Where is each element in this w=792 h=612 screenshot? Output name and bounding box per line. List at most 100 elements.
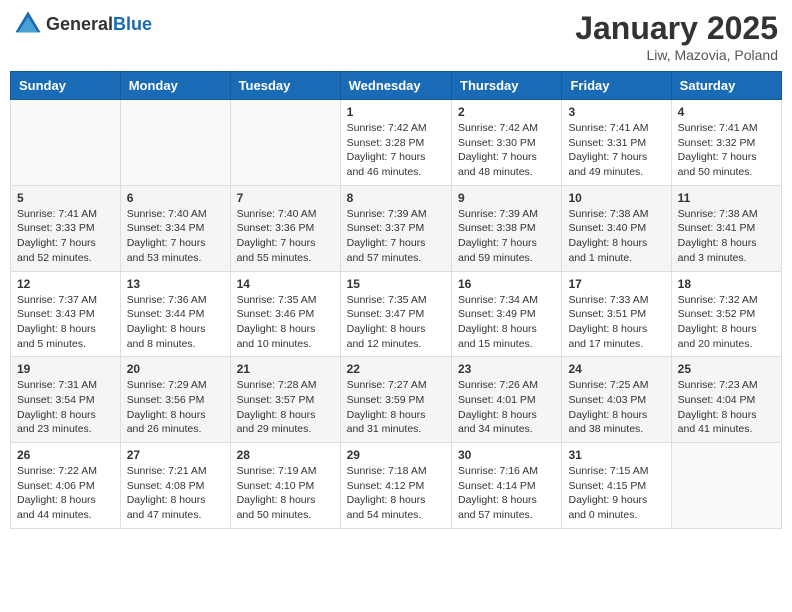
day-content: Sunrise: 7:41 AM Sunset: 3:31 PM Dayligh… (568, 121, 664, 180)
day-content: Sunrise: 7:21 AM Sunset: 4:08 PM Dayligh… (127, 464, 224, 523)
day-number: 19 (17, 362, 114, 376)
day-cell-19: 19 Sunrise: 7:31 AM Sunset: 3:54 PM Dayli… (11, 357, 121, 443)
day-content: Sunrise: 7:19 AM Sunset: 4:10 PM Dayligh… (237, 464, 334, 523)
day-content: Sunrise: 7:36 AM Sunset: 3:44 PM Dayligh… (127, 293, 224, 352)
empty-cell (120, 100, 230, 186)
page-header: GeneralBlue January 2025 Liw, Mazovia, P… (10, 10, 782, 63)
day-content: Sunrise: 7:34 AM Sunset: 3:49 PM Dayligh… (458, 293, 555, 352)
day-content: Sunrise: 7:31 AM Sunset: 3:54 PM Dayligh… (17, 378, 114, 437)
weekday-header-row: SundayMondayTuesdayWednesdayThursdayFrid… (11, 72, 782, 100)
month-title: January 2025 (575, 10, 778, 47)
day-content: Sunrise: 7:15 AM Sunset: 4:15 PM Dayligh… (568, 464, 664, 523)
day-cell-20: 20 Sunrise: 7:29 AM Sunset: 3:56 PM Dayli… (120, 357, 230, 443)
day-cell-18: 18 Sunrise: 7:32 AM Sunset: 3:52 PM Dayli… (671, 271, 781, 357)
day-content: Sunrise: 7:38 AM Sunset: 3:40 PM Dayligh… (568, 207, 664, 266)
day-cell-6: 6 Sunrise: 7:40 AM Sunset: 3:34 PM Daylig… (120, 185, 230, 271)
day-number: 17 (568, 277, 664, 291)
day-content: Sunrise: 7:29 AM Sunset: 3:56 PM Dayligh… (127, 378, 224, 437)
day-cell-13: 13 Sunrise: 7:36 AM Sunset: 3:44 PM Dayli… (120, 271, 230, 357)
day-cell-31: 31Sunrise: 7:15 AM Sunset: 4:15 PM Dayli… (562, 443, 671, 529)
weekday-monday: Monday (120, 72, 230, 100)
day-number: 30 (458, 448, 555, 462)
day-number: 5 (17, 191, 114, 205)
day-number: 18 (678, 277, 775, 291)
weekday-wednesday: Wednesday (340, 72, 451, 100)
day-content: Sunrise: 7:38 AM Sunset: 3:41 PM Dayligh… (678, 207, 775, 266)
logo-general: General (46, 14, 113, 34)
day-content: Sunrise: 7:39 AM Sunset: 3:38 PM Dayligh… (458, 207, 555, 266)
day-number: 10 (568, 191, 664, 205)
day-number: 13 (127, 277, 224, 291)
day-cell-21: 21 Sunrise: 7:28 AM Sunset: 3:57 PM Dayli… (230, 357, 340, 443)
day-number: 20 (127, 362, 224, 376)
day-number: 16 (458, 277, 555, 291)
day-content: Sunrise: 7:18 AM Sunset: 4:12 PM Dayligh… (347, 464, 445, 523)
day-number: 7 (237, 191, 334, 205)
day-content: Sunrise: 7:35 AM Sunset: 3:46 PM Dayligh… (237, 293, 334, 352)
day-number: 12 (17, 277, 114, 291)
day-content: Sunrise: 7:26 AM Sunset: 4:01 PM Dayligh… (458, 378, 555, 437)
day-cell-8: 8Sunrise: 7:39 AM Sunset: 3:37 PM Daylig… (340, 185, 451, 271)
week-row-1: 1 Sunrise: 7:42 AM Sunset: 3:28 PM Daylig… (11, 100, 782, 186)
day-number: 1 (347, 105, 445, 119)
day-number: 22 (347, 362, 445, 376)
day-content: Sunrise: 7:28 AM Sunset: 3:57 PM Dayligh… (237, 378, 334, 437)
day-number: 26 (17, 448, 114, 462)
day-cell-24: 24Sunrise: 7:25 AM Sunset: 4:03 PM Dayli… (562, 357, 671, 443)
day-number: 23 (458, 362, 555, 376)
day-number: 15 (347, 277, 445, 291)
day-cell-29: 29 Sunrise: 7:18 AM Sunset: 4:12 PM Dayli… (340, 443, 451, 529)
day-cell-26: 26Sunrise: 7:22 AM Sunset: 4:06 PM Dayli… (11, 443, 121, 529)
title-block: January 2025 Liw, Mazovia, Poland (575, 10, 778, 63)
day-number: 29 (347, 448, 445, 462)
day-content: Sunrise: 7:42 AM Sunset: 3:28 PM Dayligh… (347, 121, 445, 180)
day-number: 21 (237, 362, 334, 376)
week-row-4: 19 Sunrise: 7:31 AM Sunset: 3:54 PM Dayli… (11, 357, 782, 443)
day-cell-10: 10 Sunrise: 7:38 AM Sunset: 3:40 PM Dayli… (562, 185, 671, 271)
day-number: 25 (678, 362, 775, 376)
day-number: 8 (347, 191, 445, 205)
day-content: Sunrise: 7:32 AM Sunset: 3:52 PM Dayligh… (678, 293, 775, 352)
location: Liw, Mazovia, Poland (575, 47, 778, 63)
weekday-friday: Friday (562, 72, 671, 100)
weekday-saturday: Saturday (671, 72, 781, 100)
day-number: 3 (568, 105, 664, 119)
day-content: Sunrise: 7:42 AM Sunset: 3:30 PM Dayligh… (458, 121, 555, 180)
empty-cell (671, 443, 781, 529)
day-number: 27 (127, 448, 224, 462)
week-row-5: 26Sunrise: 7:22 AM Sunset: 4:06 PM Dayli… (11, 443, 782, 529)
day-content: Sunrise: 7:27 AM Sunset: 3:59 PM Dayligh… (347, 378, 445, 437)
day-content: Sunrise: 7:16 AM Sunset: 4:14 PM Dayligh… (458, 464, 555, 523)
day-number: 14 (237, 277, 334, 291)
day-cell-22: 22 Sunrise: 7:27 AM Sunset: 3:59 PM Dayli… (340, 357, 451, 443)
logo-icon (14, 10, 42, 38)
day-cell-7: 7 Sunrise: 7:40 AM Sunset: 3:36 PM Daylig… (230, 185, 340, 271)
empty-cell (230, 100, 340, 186)
day-cell-28: 28 Sunrise: 7:19 AM Sunset: 4:10 PM Dayli… (230, 443, 340, 529)
day-content: Sunrise: 7:23 AM Sunset: 4:04 PM Dayligh… (678, 378, 775, 437)
weekday-tuesday: Tuesday (230, 72, 340, 100)
day-number: 2 (458, 105, 555, 119)
day-content: Sunrise: 7:40 AM Sunset: 3:36 PM Dayligh… (237, 207, 334, 266)
day-content: Sunrise: 7:40 AM Sunset: 3:34 PM Dayligh… (127, 207, 224, 266)
day-content: Sunrise: 7:35 AM Sunset: 3:47 PM Dayligh… (347, 293, 445, 352)
day-cell-27: 27 Sunrise: 7:21 AM Sunset: 4:08 PM Dayli… (120, 443, 230, 529)
day-cell-17: 17 Sunrise: 7:33 AM Sunset: 3:51 PM Dayli… (562, 271, 671, 357)
day-cell-15: 15 Sunrise: 7:35 AM Sunset: 3:47 PM Dayli… (340, 271, 451, 357)
day-cell-14: 14 Sunrise: 7:35 AM Sunset: 3:46 PM Dayli… (230, 271, 340, 357)
day-number: 28 (237, 448, 334, 462)
logo: GeneralBlue (14, 10, 152, 38)
day-content: Sunrise: 7:37 AM Sunset: 3:43 PM Dayligh… (17, 293, 114, 352)
day-cell-25: 25 Sunrise: 7:23 AM Sunset: 4:04 PM Dayli… (671, 357, 781, 443)
calendar-table: SundayMondayTuesdayWednesdayThursdayFrid… (10, 71, 782, 529)
day-cell-4: 4Sunrise: 7:41 AM Sunset: 3:32 PM Daylig… (671, 100, 781, 186)
day-cell-23: 23 Sunrise: 7:26 AM Sunset: 4:01 PM Dayli… (452, 357, 562, 443)
day-content: Sunrise: 7:33 AM Sunset: 3:51 PM Dayligh… (568, 293, 664, 352)
day-cell-12: 12 Sunrise: 7:37 AM Sunset: 3:43 PM Dayli… (11, 271, 121, 357)
week-row-3: 12 Sunrise: 7:37 AM Sunset: 3:43 PM Dayli… (11, 271, 782, 357)
day-number: 6 (127, 191, 224, 205)
day-cell-11: 11Sunrise: 7:38 AM Sunset: 3:41 PM Dayli… (671, 185, 781, 271)
empty-cell (11, 100, 121, 186)
day-content: Sunrise: 7:41 AM Sunset: 3:32 PM Dayligh… (678, 121, 775, 180)
weekday-thursday: Thursday (452, 72, 562, 100)
